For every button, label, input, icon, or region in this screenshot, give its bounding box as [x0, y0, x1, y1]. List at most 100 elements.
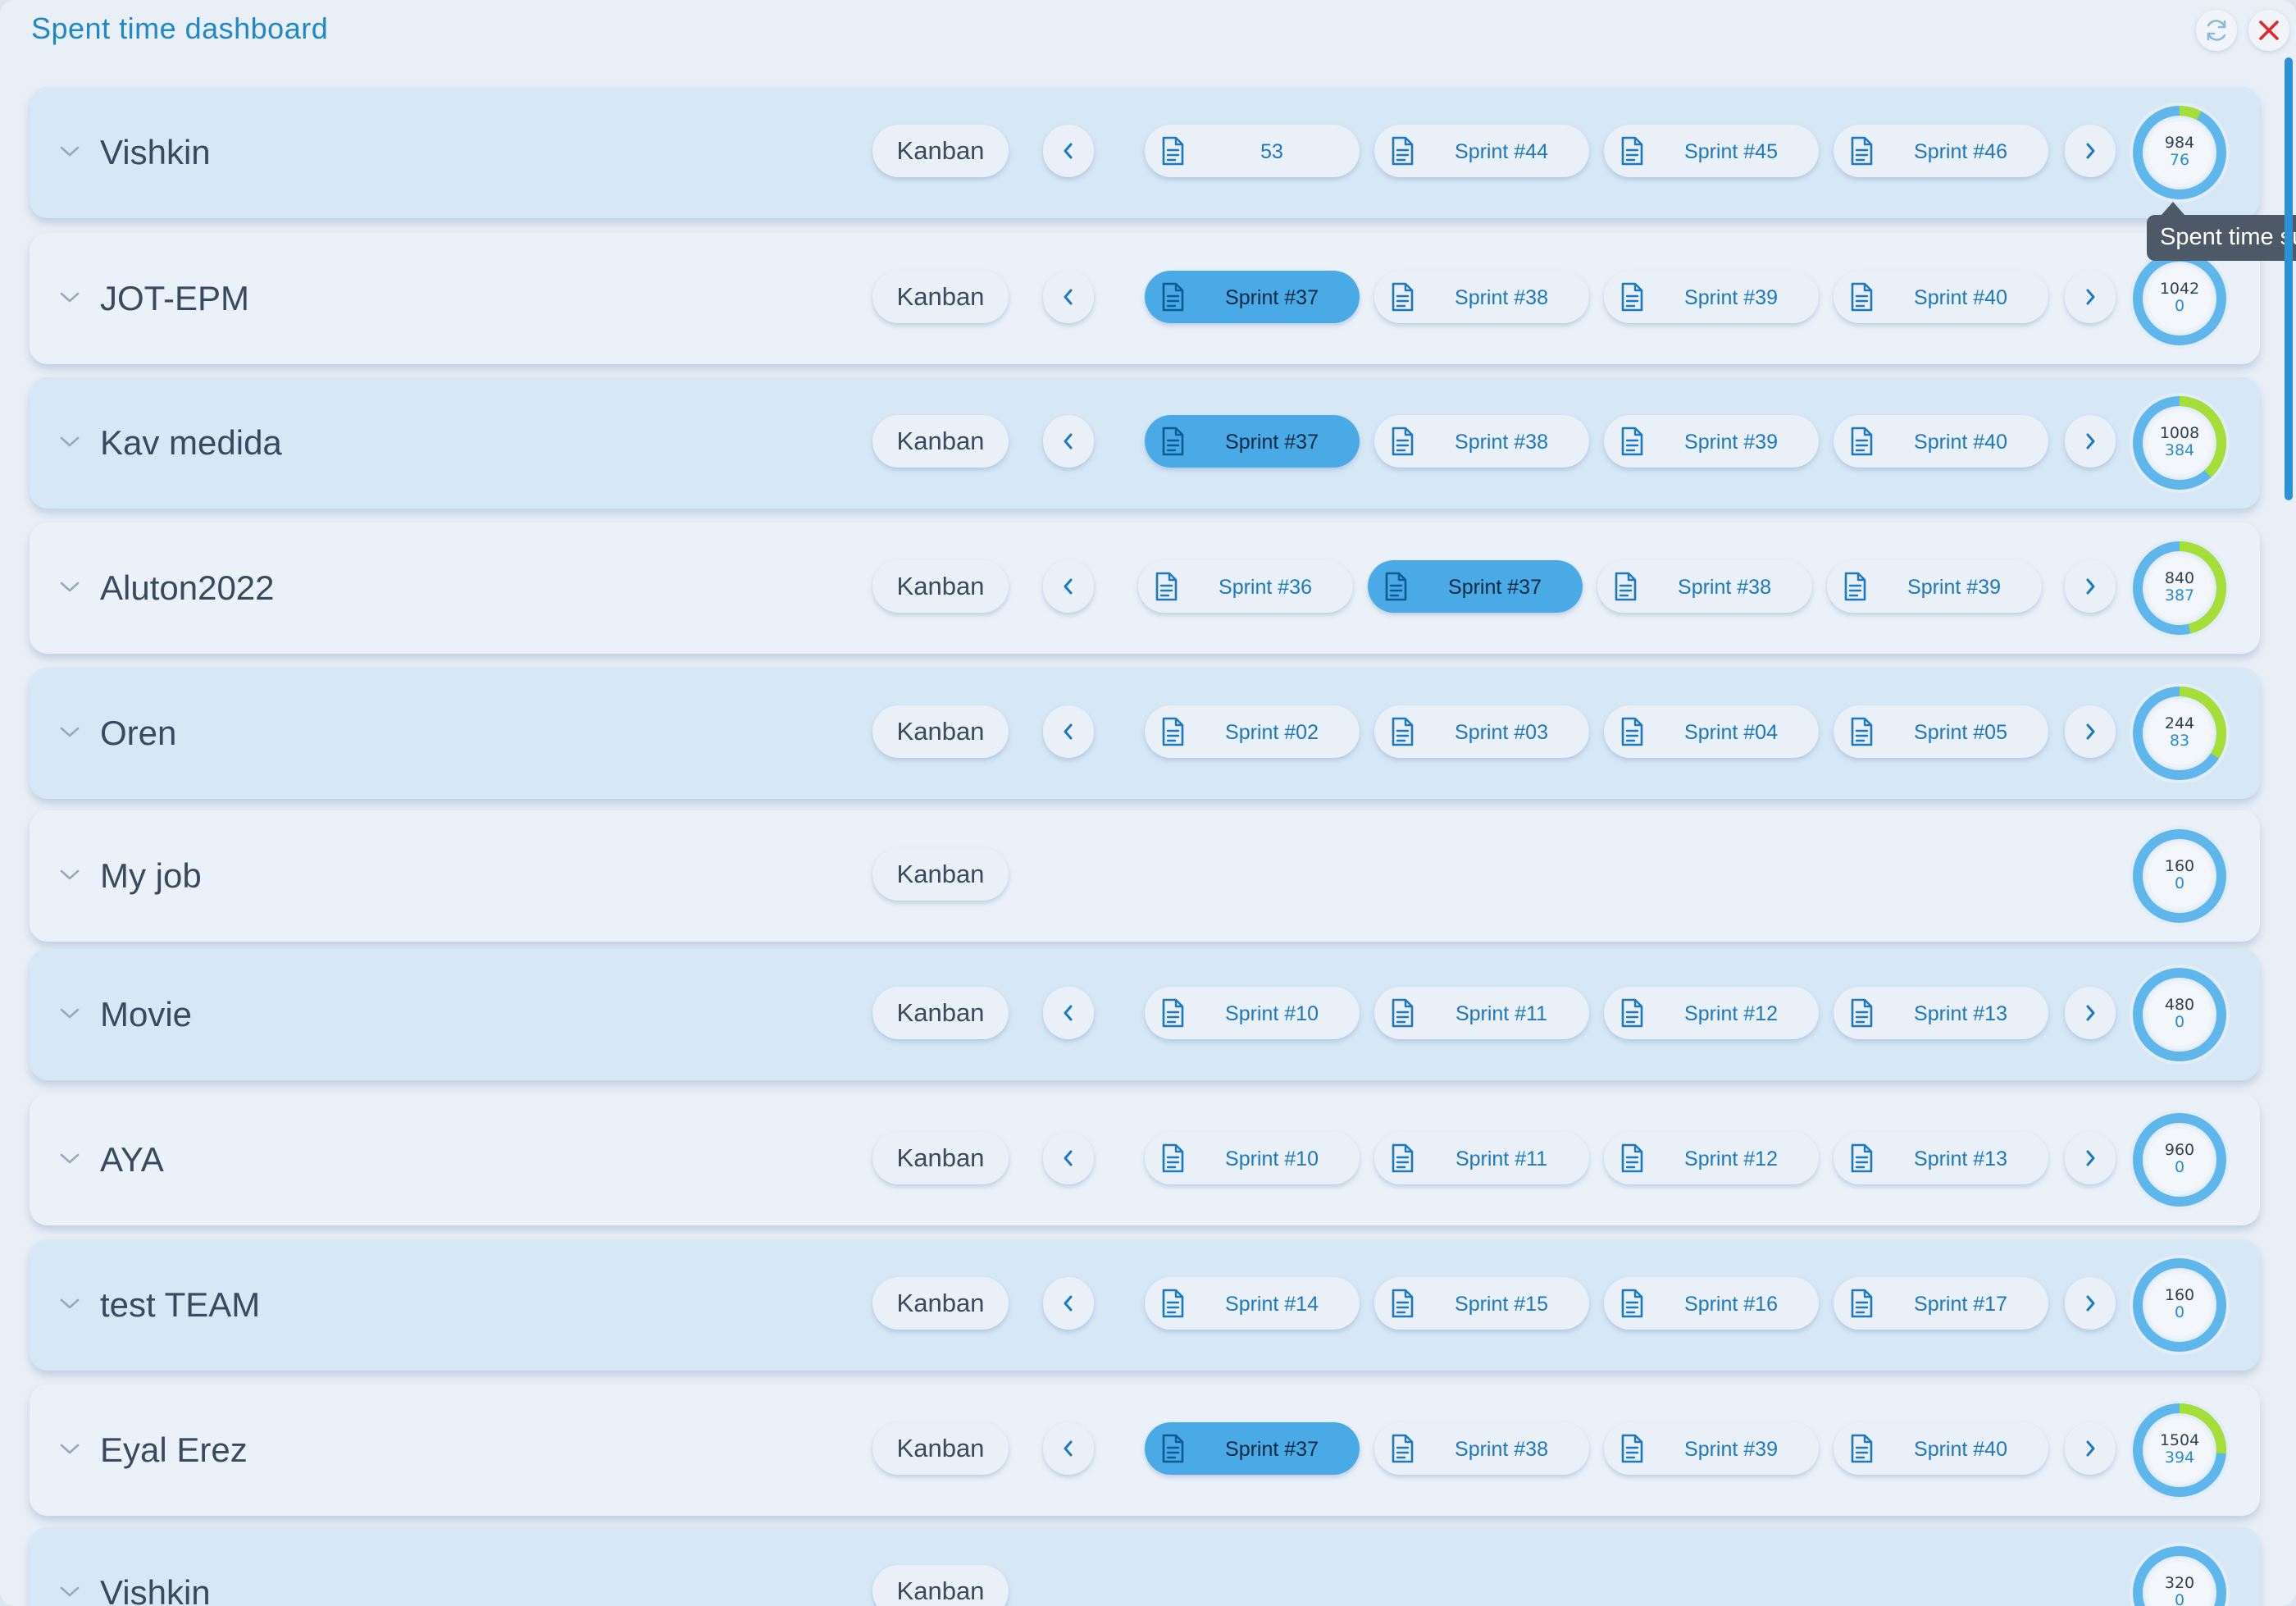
sprint-button[interactable]: Sprint #10 — [1145, 1132, 1360, 1184]
sprint-button[interactable]: Sprint #40 — [1834, 415, 2048, 468]
spent-time-gauge[interactable]: 480 0 — [2129, 964, 2230, 1065]
previous-sprints-button[interactable] — [1043, 415, 1094, 468]
kanban-button[interactable]: Kanban — [872, 705, 1009, 758]
sprint-button[interactable]: Sprint #36 — [1138, 560, 1353, 613]
spent-time-gauge[interactable]: 840 387 — [2129, 537, 2230, 639]
spent-time-gauge[interactable]: 984 76 — [2129, 102, 2230, 203]
chevron-down-icon[interactable] — [57, 289, 82, 305]
previous-sprints-button[interactable] — [1043, 1277, 1094, 1330]
sprint-button[interactable]: Sprint #37 — [1368, 560, 1583, 613]
team-row[interactable]: Kav medida Kanban Sprint #37 Sprint #38 Spri… — [30, 377, 2260, 509]
spent-time-gauge[interactable]: 160 0 — [2129, 825, 2230, 927]
sprint-button[interactable]: Sprint #38 — [1597, 560, 1812, 613]
next-sprints-button[interactable] — [2065, 560, 2116, 613]
sprint-button[interactable]: Sprint #02 — [1145, 705, 1360, 758]
sprint-button[interactable]: Sprint #37 — [1145, 271, 1360, 323]
kanban-button[interactable]: Kanban — [872, 415, 1009, 468]
kanban-button[interactable]: Kanban — [872, 1132, 1009, 1184]
sprint-button[interactable]: Sprint #15 — [1374, 1277, 1589, 1330]
next-sprints-button[interactable] — [2065, 987, 2116, 1039]
team-row[interactable]: My job Kanban 160 0 — [30, 810, 2260, 942]
team-row[interactable]: JOT-EPM Kanban Sprint #37 Sprint #38 Sprint … — [30, 233, 2260, 364]
sprint-button[interactable]: Sprint #39 — [1604, 1422, 1819, 1475]
team-row[interactable]: AYA Kanban Sprint #10 Sprint #11 Sprint #12 S… — [30, 1094, 2260, 1225]
sprint-button[interactable]: Sprint #03 — [1374, 705, 1589, 758]
spent-time-gauge[interactable]: 960 0 — [2129, 1109, 2230, 1211]
previous-sprints-button[interactable] — [1043, 987, 1094, 1039]
sprint-button[interactable]: Sprint #38 — [1374, 1422, 1589, 1475]
sprint-button[interactable]: Sprint #37 — [1145, 415, 1360, 468]
document-icon — [1851, 717, 1873, 746]
team-row[interactable]: Oren Kanban Sprint #02 Sprint #03 Sprint #04… — [30, 668, 2260, 799]
vertical-scrollbar[interactable] — [2285, 57, 2293, 500]
chevron-down-icon[interactable] — [57, 1295, 82, 1312]
team-row[interactable]: Movie Kanban Sprint #10 Sprint #11 Sprint #1… — [30, 949, 2260, 1080]
sprint-button[interactable]: Sprint #39 — [1604, 271, 1819, 323]
chevron-down-icon[interactable] — [57, 578, 82, 595]
kanban-button[interactable]: Kanban — [872, 848, 1009, 901]
next-sprints-button[interactable] — [2065, 1422, 2116, 1475]
spent-time-gauge[interactable]: 160 0 — [2129, 1254, 2230, 1356]
spent-time-gauge[interactable]: 244 83 — [2129, 682, 2230, 784]
sprint-button[interactable]: Sprint #14 — [1145, 1277, 1360, 1330]
spent-time-gauge[interactable]: 1042 0 — [2129, 248, 2230, 349]
sprint-button[interactable]: Sprint #12 — [1604, 1132, 1819, 1184]
previous-sprints-button[interactable] — [1043, 271, 1094, 323]
next-sprints-button[interactable] — [2065, 415, 2116, 468]
chevron-down-icon[interactable] — [57, 1005, 82, 1021]
next-sprints-button[interactable] — [2065, 271, 2116, 323]
kanban-button[interactable]: Kanban — [872, 1422, 1009, 1475]
previous-sprints-button[interactable] — [1043, 1422, 1094, 1475]
sprint-button[interactable]: Sprint #13 — [1834, 1132, 2048, 1184]
next-sprints-button[interactable] — [2065, 125, 2116, 177]
kanban-button[interactable]: Kanban — [872, 271, 1009, 323]
kanban-button[interactable]: Kanban — [872, 1565, 1009, 1606]
chevron-down-icon[interactable] — [57, 723, 82, 740]
sprint-button[interactable]: Sprint #10 — [1145, 987, 1360, 1039]
team-row[interactable]: Eyal Erez Kanban Sprint #37 Sprint #38 Sprin… — [30, 1385, 2260, 1516]
sprint-button[interactable]: Sprint #37 — [1145, 1422, 1360, 1475]
sprint-button[interactable]: Sprint #40 — [1834, 1422, 2048, 1475]
previous-sprints-button[interactable] — [1043, 560, 1094, 613]
sprint-button[interactable]: Sprint #39 — [1827, 560, 2042, 613]
sprint-button[interactable]: 53 — [1145, 125, 1360, 177]
sprint-button[interactable]: Sprint #38 — [1374, 415, 1589, 468]
kanban-button[interactable]: Kanban — [872, 987, 1009, 1039]
chevron-down-icon[interactable] — [57, 1583, 82, 1599]
sprint-button[interactable]: Sprint #11 — [1374, 1132, 1589, 1184]
sprint-button[interactable]: Sprint #04 — [1604, 705, 1819, 758]
kanban-button[interactable]: Kanban — [872, 560, 1009, 613]
team-row[interactable]: test TEAM Kanban Sprint #14 Sprint #15 Sprin… — [30, 1239, 2260, 1371]
chevron-down-icon[interactable] — [57, 433, 82, 449]
sprint-button[interactable]: Sprint #17 — [1834, 1277, 2048, 1330]
previous-sprints-button[interactable] — [1043, 125, 1094, 177]
spent-time-gauge[interactable]: 1008 384 — [2129, 392, 2230, 494]
sprint-button[interactable]: Sprint #16 — [1604, 1277, 1819, 1330]
chevron-down-icon[interactable] — [57, 866, 82, 883]
chevron-down-icon[interactable] — [57, 143, 82, 159]
sprint-button[interactable]: Sprint #11 — [1374, 987, 1589, 1039]
sprint-button[interactable]: Sprint #44 — [1374, 125, 1589, 177]
previous-sprints-button[interactable] — [1043, 705, 1094, 758]
sprint-button[interactable]: Sprint #40 — [1834, 271, 2048, 323]
sprint-button[interactable]: Sprint #38 — [1374, 271, 1589, 323]
sprint-button[interactable]: Sprint #05 — [1834, 705, 2048, 758]
chevron-down-icon[interactable] — [57, 1440, 82, 1457]
next-sprints-button[interactable] — [2065, 1277, 2116, 1330]
sprint-button[interactable]: Sprint #12 — [1604, 987, 1819, 1039]
next-sprints-button[interactable] — [2065, 705, 2116, 758]
previous-sprints-button[interactable] — [1043, 1132, 1094, 1184]
team-row[interactable]: Vishkin Kanban 53 Sprint #44 Sprint #45 Sprin… — [30, 87, 2260, 218]
sprint-button[interactable]: Sprint #46 — [1834, 125, 2048, 177]
spent-time-gauge[interactable]: 320 0 — [2129, 1542, 2230, 1606]
kanban-button[interactable]: Kanban — [872, 125, 1009, 177]
kanban-button[interactable]: Kanban — [872, 1277, 1009, 1330]
team-row[interactable]: Aluton2022 Kanban Sprint #36 Sprint #37 Spri… — [30, 522, 2260, 654]
sprint-button[interactable]: Sprint #39 — [1604, 415, 1819, 468]
chevron-down-icon[interactable] — [57, 1150, 82, 1166]
team-row[interactable]: Vishkin Kanban 320 0 — [30, 1527, 2260, 1606]
sprint-button[interactable]: Sprint #45 — [1604, 125, 1819, 177]
spent-time-gauge[interactable]: 1504 394 — [2129, 1399, 2230, 1501]
sprint-button[interactable]: Sprint #13 — [1834, 987, 2048, 1039]
next-sprints-button[interactable] — [2065, 1132, 2116, 1184]
